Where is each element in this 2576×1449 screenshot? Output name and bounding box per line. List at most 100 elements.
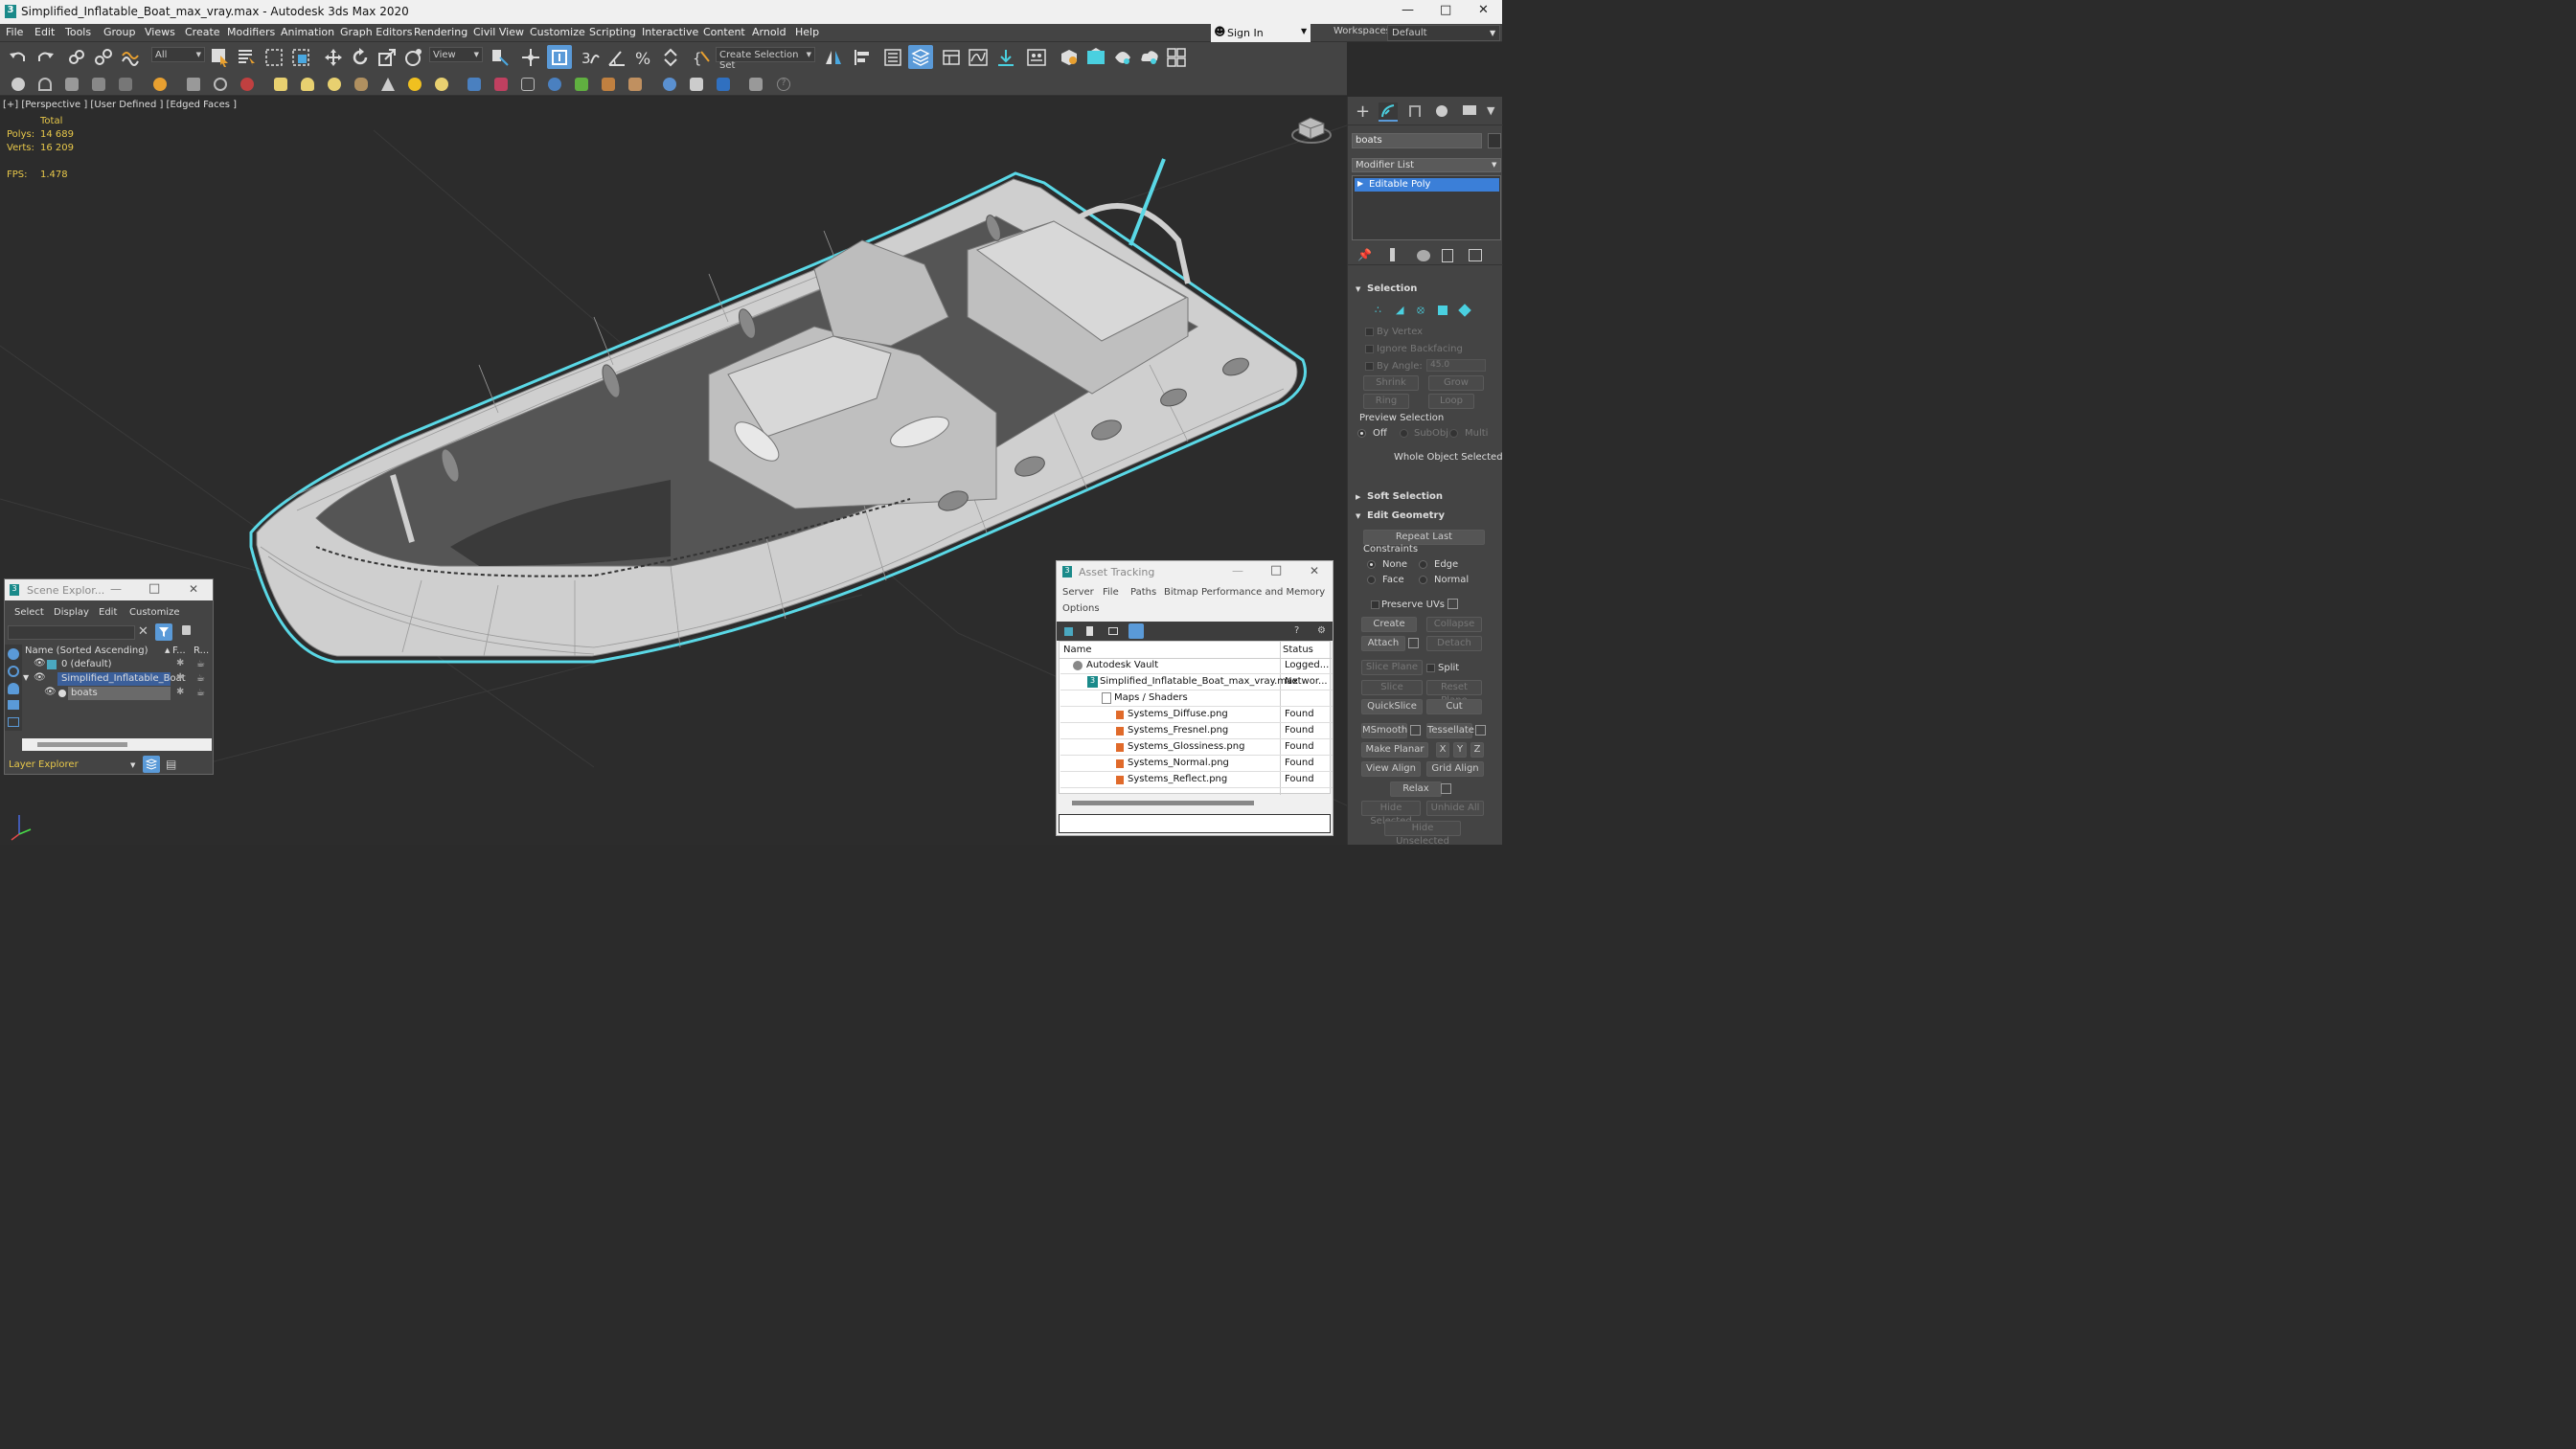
pin-stack-icon[interactable]: 📌 [1357,248,1372,261]
display-geometry-icon[interactable] [8,648,19,660]
scene-explorer-toggle-icon[interactable] [883,48,902,67]
menu-modifiers[interactable]: Modifiers [227,26,275,38]
remove-modifier-icon[interactable] [1442,249,1453,262]
modifier-unwrap-icon[interactable] [628,78,642,91]
border-mode-icon[interactable]: ⦻ [1417,303,1425,317]
table-row[interactable]: Maps / Shaders [1060,691,1333,707]
modifier-list-dropdown[interactable]: Modifier List ▼ [1352,158,1501,172]
make-unique-icon[interactable] [1417,250,1430,261]
renderable-icon[interactable]: ☕ [196,673,205,684]
percent-snap-icon[interactable]: % [634,48,653,67]
workspace-dropdown[interactable]: Default ▼ [1387,25,1500,41]
show-end-result-icon[interactable] [1390,248,1395,261]
expand-arrow-icon[interactable]: ▼ [23,673,29,682]
slice-plane-button[interactable]: Slice Plane [1361,660,1423,675]
sun-light-icon[interactable] [408,78,422,91]
rollout-collapse-icon[interactable]: ▼ [1356,285,1360,293]
freeze-icon[interactable]: ✱ [176,672,184,683]
maximize-icon[interactable]: □ [1270,563,1282,577]
column-frozen-header[interactable]: F... [172,645,186,656]
visibility-eye-icon[interactable]: 👁 [44,687,57,697]
list-item[interactable]: 👁 boats ✱ ☕ [23,687,212,701]
menu-interactive[interactable]: Interactive [642,26,698,38]
render-in-cloud-icon[interactable] [1140,48,1159,67]
undo-icon[interactable] [9,48,28,67]
lock-icon[interactable] [182,625,191,635]
select-and-manipulate-icon[interactable] [521,48,540,67]
rotate-icon[interactable] [351,48,370,67]
hide-selected-button[interactable]: Hide Selected [1361,801,1421,826]
preview-off-radio[interactable] [1357,429,1366,438]
menu-scripting[interactable]: Scripting [589,26,636,38]
display-lights-icon[interactable] [8,683,19,694]
checkout-icon[interactable] [1086,626,1093,636]
expand-arrow-icon[interactable]: ▶ [1357,179,1363,188]
table-row[interactable]: Systems_Fresnel.png Found [1060,723,1333,739]
menu-rendering[interactable]: Rendering [414,26,467,38]
layer-explorer-toggle-button[interactable] [908,45,933,69]
close-icon[interactable]: ✕ [1310,564,1319,577]
attach-button[interactable]: Attach [1361,636,1405,651]
rendered-frame-window-icon[interactable] [1086,48,1106,67]
schematic-view-icon[interactable] [996,48,1015,67]
hierarchy-tab-icon[interactable] [1409,105,1421,117]
settings-icon[interactable]: ⚙ [1317,625,1326,636]
align-camera-icon[interactable] [749,78,763,91]
maximize-icon[interactable]: □ [148,581,160,596]
rollout-expand-icon[interactable]: ▶ [1356,493,1360,501]
help-icon[interactable]: ? [777,78,790,91]
clear-search-icon[interactable]: ✕ [138,624,148,639]
relax-settings-icon[interactable] [1441,783,1451,794]
angle-spinner[interactable]: 45.0 [1426,359,1486,372]
cut-button[interactable]: Cut [1426,699,1482,714]
table-row[interactable]: 3 Simplified_Inflatable_Boat_max_vray.ma… [1060,674,1333,691]
scrollbar-thumb[interactable] [37,742,127,747]
snaps-toggle-icon[interactable]: 3 [581,48,600,67]
grow-button[interactable]: Grow [1428,375,1484,391]
column-render-header[interactable]: R... [194,645,209,656]
tree-view-icon[interactable] [1108,627,1118,635]
view-align-button[interactable]: View Align [1361,761,1421,777]
renderable-icon[interactable]: ☕ [196,659,205,669]
asset-menu-options[interactable]: Options [1062,603,1100,614]
object-color-swatch[interactable] [1488,133,1501,148]
menu-edit[interactable]: Edit [34,26,55,38]
unlink-icon[interactable] [94,48,113,67]
list-item[interactable]: ▼ 👁 Simplified_Inflatable_Boat ✱ ☕ [23,672,212,687]
display-helpers-icon[interactable] [8,717,19,727]
modifier-skin-icon[interactable] [602,78,615,91]
create-button[interactable]: Create [1361,617,1417,632]
target-light-icon[interactable] [435,78,448,91]
modifier-shell-icon[interactable] [575,78,588,91]
preview-multi-radio[interactable] [1449,429,1458,438]
create-lights-icon[interactable] [65,78,79,91]
detach-button[interactable]: Detach [1426,636,1482,651]
display-shapes-icon[interactable] [8,666,19,677]
a360-gallery-icon[interactable] [1167,48,1186,67]
planar-z-button[interactable]: Z [1470,742,1484,758]
scene-menu-edit[interactable]: Edit [99,607,117,618]
menu-tools[interactable]: Tools [65,26,91,38]
create-systems-icon[interactable] [187,78,200,91]
signin-dropdown[interactable]: ☻ Sign In ▼ [1211,24,1311,42]
geosphere-primitive-icon[interactable] [328,78,341,91]
keyboard-shortcut-override-button[interactable] [547,45,572,69]
asset-horizontal-scrollbar[interactable] [1059,796,1331,809]
angle-snap-icon[interactable] [607,48,627,67]
by-vertex-checkbox[interactable] [1365,328,1374,336]
display-cameras-icon[interactable] [8,700,19,710]
mirror-icon[interactable] [824,48,843,67]
menu-animation[interactable]: Animation [281,26,334,38]
scrollbar-thumb[interactable] [1072,801,1254,805]
layer-mode-button[interactable] [143,756,160,773]
asset-menu-paths[interactable]: Paths [1130,587,1156,598]
move-icon[interactable] [324,48,343,67]
minimize-icon[interactable]: — [1232,564,1243,577]
scene-menu-select[interactable]: Select [14,607,44,618]
tessellate-button[interactable]: Tessellate [1426,723,1474,738]
configure-sets-icon[interactable] [1469,249,1482,261]
menu-help[interactable]: Help [795,26,819,38]
menu-customize[interactable]: Customize [530,26,585,38]
grid-align-button[interactable]: Grid Align [1426,761,1484,777]
edit-geometry-rollout-title[interactable]: Edit Geometry [1367,510,1445,521]
